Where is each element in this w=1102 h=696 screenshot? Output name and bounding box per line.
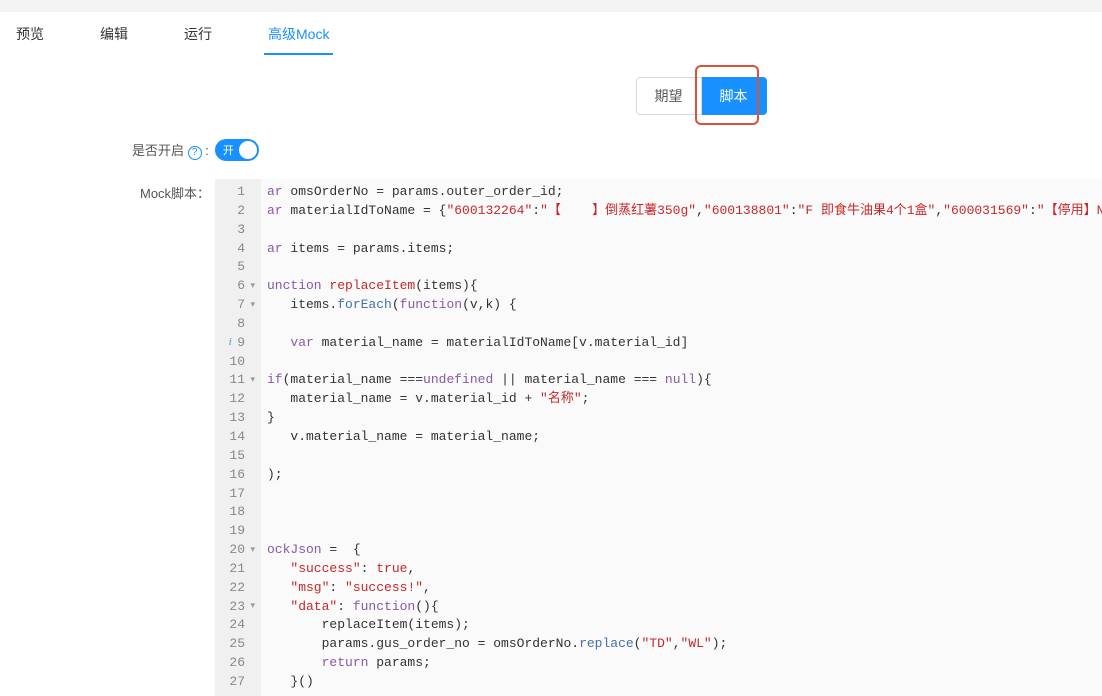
gutter-line: 15	[215, 447, 259, 466]
gutter-line: 12	[215, 390, 259, 409]
mode-script-button[interactable]: 脚本	[702, 77, 767, 115]
gutter-line: 8	[215, 315, 259, 334]
enable-label: 是否开启 ? :	[132, 140, 209, 160]
top-bar	[0, 0, 1102, 12]
gutter-line: 6▾	[215, 277, 259, 296]
gutter-line: 26	[215, 654, 259, 673]
gutter-line: i9	[215, 334, 259, 353]
code-line[interactable]: params.gus_order_no = omsOrderNo.replace…	[267, 635, 1098, 654]
code-line[interactable]: var material_name = materialIdToName[v.m…	[267, 334, 1098, 353]
code-line[interactable]: }()	[267, 673, 1098, 692]
gutter-line: 18	[215, 503, 259, 522]
tab-preview[interactable]: 预览	[12, 12, 48, 54]
info-icon: i	[225, 335, 235, 351]
tab-edit[interactable]: 编辑	[96, 12, 132, 54]
gutter-line: 4	[215, 240, 259, 259]
gutter-line: 14	[215, 428, 259, 447]
code-line[interactable]	[267, 522, 1098, 541]
gutter-line: 10	[215, 353, 259, 372]
fold-icon[interactable]: ▾	[247, 544, 255, 557]
main-tabs: 预览 编辑 运行 高级Mock	[0, 12, 1102, 55]
code-line[interactable]: material_name = v.material_id + "名称";	[267, 390, 1098, 409]
script-row: Mock脚本： 123456▾7▾8i91011▾121314151617181…	[0, 165, 1102, 696]
code-line[interactable]: v.material_name = material_name;	[267, 428, 1098, 447]
code-line[interactable]: ockJson = {	[267, 541, 1098, 560]
code-line[interactable]	[267, 353, 1098, 372]
gutter-line: 16	[215, 466, 259, 485]
mode-switch-row: 期望 脚本	[0, 77, 1102, 115]
code-line[interactable]: unction replaceItem(items){	[267, 277, 1098, 296]
code-line[interactable]: "success": true,	[267, 560, 1098, 579]
gutter-line: 3	[215, 221, 259, 240]
gutter-line: 27	[215, 673, 259, 692]
fold-icon[interactable]: ▾	[247, 374, 255, 387]
code-line[interactable]	[267, 447, 1098, 466]
fold-icon[interactable]: ▾	[247, 280, 255, 293]
gutter-line: 17	[215, 485, 259, 504]
gutter-line: 19	[215, 522, 259, 541]
code-line[interactable]: "msg": "success!",	[267, 579, 1098, 598]
code-line[interactable]: if(material_name ===undefined || materia…	[267, 371, 1098, 390]
switch-on-label: 开	[223, 142, 234, 158]
fold-icon[interactable]: ▾	[247, 600, 255, 613]
gutter-line: 22	[215, 579, 259, 598]
code-line[interactable]	[267, 315, 1098, 334]
gutter-line: 23▾	[215, 598, 259, 617]
gutter-line: 24	[215, 616, 259, 635]
code-line[interactable]	[267, 503, 1098, 522]
code-line[interactable]: );	[267, 466, 1098, 485]
code-line[interactable]: items.forEach(function(v,k) {	[267, 296, 1098, 315]
mode-expect-button[interactable]: 期望	[636, 77, 702, 115]
gutter-line: 1	[215, 183, 259, 202]
code-line[interactable]: replaceItem(items);	[267, 616, 1098, 635]
editor-gutter: 123456▾7▾8i91011▾121314151617181920▾2122…	[215, 179, 261, 696]
code-line[interactable]	[267, 221, 1098, 240]
tab-run[interactable]: 运行	[180, 12, 216, 54]
mode-segmented: 期望 脚本	[636, 77, 767, 115]
code-line[interactable]: }	[267, 409, 1098, 428]
help-icon[interactable]: ?	[188, 146, 202, 160]
code-line[interactable]: "data": function(){	[267, 598, 1098, 617]
gutter-line: 2	[215, 202, 259, 221]
tab-advanced-mock[interactable]: 高级Mock	[264, 12, 333, 54]
script-label: Mock脚本：	[140, 179, 215, 202]
enable-switch[interactable]: 开	[215, 139, 259, 161]
code-line[interactable]	[267, 485, 1098, 504]
gutter-line: 20▾	[215, 541, 259, 560]
code-line[interactable]: ar materialIdToName = {"600132264":"【 】倒…	[267, 202, 1098, 221]
editor-code[interactable]: ar omsOrderNo = params.outer_order_id;ar…	[261, 179, 1102, 696]
code-editor[interactable]: 123456▾7▾8i91011▾121314151617181920▾2122…	[215, 179, 1102, 696]
gutter-line: 21	[215, 560, 259, 579]
gutter-line: 11▾	[215, 371, 259, 390]
gutter-line: 5	[215, 258, 259, 277]
gutter-line: 13	[215, 409, 259, 428]
code-line[interactable]: ar omsOrderNo = params.outer_order_id;	[267, 183, 1098, 202]
code-line[interactable]: ar items = params.items;	[267, 240, 1098, 259]
code-line[interactable]: return params;	[267, 654, 1098, 673]
gutter-line: 25	[215, 635, 259, 654]
code-line[interactable]	[267, 258, 1098, 277]
fold-icon[interactable]: ▾	[247, 299, 255, 312]
enable-row: 是否开启 ? : 开	[0, 135, 1102, 165]
gutter-line: 7▾	[215, 296, 259, 315]
